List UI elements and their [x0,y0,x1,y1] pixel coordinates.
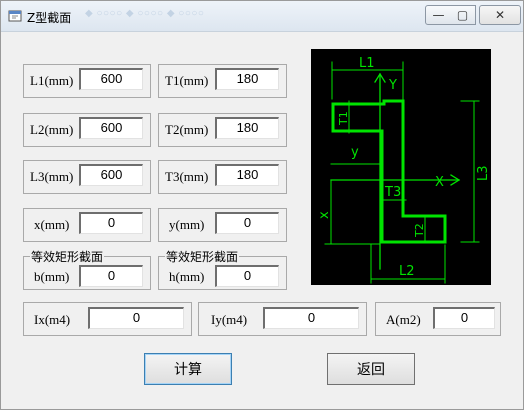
h-input[interactable]: 0 [215,265,279,287]
window-title: Z型截面 [27,11,72,25]
y-group: y(mm) 0 [158,208,287,242]
t3-input[interactable]: 180 [215,164,279,186]
t2-label: T2(mm) [165,122,209,137]
x-input[interactable]: 0 [79,212,143,234]
area-group: A(m2) 0 [375,302,501,336]
l1-group: L1(mm) 600 [23,64,151,98]
close-button[interactable]: ✕ [479,5,521,25]
ix-group: Ix(m4) 0 [23,302,192,336]
l3-group: L3(mm) 600 [23,160,151,194]
y-label: y(mm) [169,217,205,232]
t3-label: T3(mm) [165,169,209,184]
l2-group: L2(mm) 600 [23,113,151,147]
equivalent-b-group: 等效矩形截面 b(mm) 0 [23,248,151,290]
z-section-window: ◆ ○○○○ ◆ ○○○○ ◆ ○○○○ Z型截面 — ▢ ✕ L1(mm) 6… [0,0,524,410]
iy-output[interactable]: 0 [263,307,359,329]
b-input[interactable]: 0 [79,265,143,287]
ix-output[interactable]: 0 [88,307,184,329]
label-t2: T2 [413,223,426,238]
h-label: h(mm) [169,269,205,284]
t3-group: T3(mm) 180 [158,160,287,194]
calculate-button[interactable]: 计算 [144,353,232,385]
label-x-dim: x [317,211,332,219]
x-group: x(mm) 0 [23,208,151,242]
ix-label: Ix(m4) [34,312,71,327]
label-t1: T1 [337,111,350,126]
client-area: L1(mm) 600 T1(mm) 180 L2(mm) 600 T2(mm) … [1,32,523,409]
back-button[interactable]: 返回 [327,353,415,385]
label-y-axis: Y [388,78,397,93]
diagram-svg: L1 Y X y T3 L2 L3 x T1 T2 [317,56,491,284]
l3-label: L3(mm) [30,169,74,184]
title-bar-faint-text: ◆ ○○○○ ◆ ○○○○ ◆ ○○○○ [85,8,205,19]
l1-label: L1(mm) [30,73,74,88]
iy-label: Iy(m4) [211,312,248,327]
t1-label: T1(mm) [165,73,209,88]
equivalent-b-title: 等效矩形截面 [30,248,105,265]
title-bar[interactable]: ◆ ○○○○ ◆ ○○○○ ◆ ○○○○ Z型截面 — ▢ ✕ [1,1,523,32]
maximize-button[interactable]: ▢ [450,5,476,25]
area-label: A(m2) [386,312,421,327]
l1-input[interactable]: 600 [79,68,143,90]
t2-input[interactable]: 180 [215,117,279,139]
l2-label: L2(mm) [30,122,74,137]
label-l2: L2 [399,264,415,279]
l2-input[interactable]: 600 [79,117,143,139]
t1-input[interactable]: 180 [215,68,279,90]
label-l1: L1 [359,56,375,71]
area-output[interactable]: 0 [433,307,495,329]
dim-x [324,179,381,245]
minimize-button[interactable]: — [425,5,452,25]
z-section-diagram: L1 Y X y T3 L2 L3 x T1 T2 [311,49,491,285]
equivalent-h-title: 等效矩形截面 [165,248,240,265]
label-y-dim: y [351,145,359,160]
label-x-axis: X [435,175,444,190]
label-t3: T3 [384,185,401,200]
app-icon [8,10,22,22]
l3-input[interactable]: 600 [79,164,143,186]
t1-group: T1(mm) 180 [158,64,287,98]
t2-group: T2(mm) 180 [158,113,287,147]
equivalent-h-group: 等效矩形截面 h(mm) 0 [158,248,287,290]
b-label: b(mm) [34,269,70,284]
x-label: x(mm) [34,217,70,232]
y-input[interactable]: 0 [215,212,279,234]
label-l3: L3 [476,165,491,181]
iy-group: Iy(m4) 0 [198,302,367,336]
